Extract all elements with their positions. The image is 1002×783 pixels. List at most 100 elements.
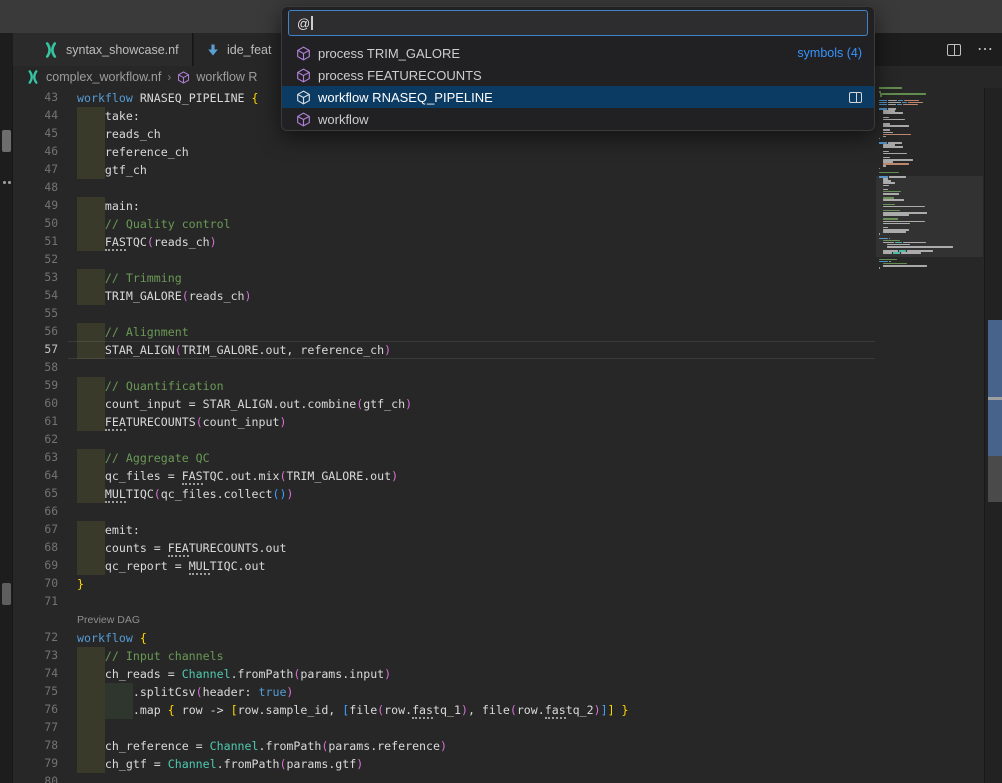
indent-guide-block (77, 323, 105, 341)
minimap-line (879, 95, 883, 97)
code-line[interactable]: 67 emit: (13, 521, 876, 539)
indent-guide-block (77, 557, 105, 575)
code-line[interactable]: 60 count_input = STAR_ALIGN.out.combine(… (13, 395, 876, 413)
code-text: reads_ch (77, 125, 161, 143)
code-line[interactable]: 70} (13, 575, 876, 593)
quickpick-item-label: process FEATURECOUNTS (318, 68, 862, 83)
code-line[interactable]: 47 gtf_ch (13, 161, 876, 179)
code-line[interactable]: 69 qc_report = MULTIQC.out (13, 557, 876, 575)
code-line[interactable]: 56 // Alignment (13, 323, 876, 341)
code-text: reference_ch (77, 143, 189, 161)
scrollbar-slider[interactable] (988, 320, 1002, 456)
indent-guide-block (77, 449, 105, 467)
left-rail (0, 66, 13, 783)
code-text: // Alignment (77, 323, 189, 341)
line-number: 77 (13, 719, 58, 737)
code-text: // Aggregate QC (77, 449, 210, 467)
code-editor[interactable]: 43workflow RNASEQ_PIPELINE {44 take:45 r… (13, 89, 876, 783)
line-number: 72 (13, 629, 58, 647)
tab-syntax-showcase[interactable]: syntax_showcase.nf (13, 33, 193, 66)
code-line[interactable]: 61 FEATURECOUNTS(count_input) (13, 413, 876, 431)
minimap-line (879, 267, 881, 269)
symbol-cube-icon (296, 46, 311, 61)
minimap-line (879, 153, 908, 155)
code-line[interactable]: 65 MULTIQC(qc_files.collect()) (13, 485, 876, 503)
code-line[interactable]: 46 reference_ch (13, 143, 876, 161)
code-line[interactable]: 48 (13, 179, 876, 197)
scrollbar-slider-secondary[interactable] (988, 456, 1002, 502)
line-number: 43 (13, 89, 58, 107)
code-line[interactable]: 75 .splitCsv(header: true) (13, 683, 876, 701)
minimap[interactable] (876, 87, 983, 783)
indent-guide-block (77, 719, 105, 737)
indent-guide-block (77, 647, 105, 665)
code-line[interactable]: 64 qc_files = FASTQC.out.mix(TRIM_GALORE… (13, 467, 876, 485)
breadcrumb-file[interactable]: complex_workflow.nf (46, 70, 161, 84)
code-text: take: (77, 107, 140, 125)
code-line[interactable]: 55 (13, 305, 876, 323)
code-line[interactable]: 68 counts = FEATURECOUNTS.out (13, 539, 876, 557)
line-number: 74 (13, 665, 58, 683)
nextflow-logo-icon (26, 70, 40, 84)
code-line[interactable]: 80 (13, 773, 876, 783)
indent-guide-block (77, 215, 105, 233)
minimap-line (879, 93, 927, 95)
line-number: 58 (13, 359, 58, 377)
code-line[interactable]: 54 TRIM_GALORE(reads_ch) (13, 287, 876, 305)
code-line[interactable]: 57 STAR_ALIGN(TRIM_GALORE.out, reference… (13, 341, 876, 359)
quickpick-item[interactable]: workflow (282, 108, 874, 130)
line-number: 50 (13, 215, 58, 233)
breadcrumb-separator: › (167, 70, 171, 84)
code-line[interactable]: 52 (13, 251, 876, 269)
line-number: 44 (13, 107, 58, 125)
code-text: qc_files = FASTQC.out.mix(TRIM_GALORE.ou… (77, 467, 398, 485)
indent-guide-block (77, 683, 105, 701)
minimap-line (879, 265, 928, 267)
line-number: 45 (13, 125, 58, 143)
minimap-line (879, 168, 881, 170)
codelens-preview-dag[interactable]: Preview DAG (77, 611, 140, 629)
symbols-count-badge: symbols (4) (797, 46, 862, 60)
quickpick-item[interactable]: process TRIM_GALOREsymbols (4) (282, 42, 874, 64)
code-line[interactable]: 73 // Input channels (13, 647, 876, 665)
quickpick-item[interactable]: process FEATURECOUNTS (282, 64, 874, 86)
code-line[interactable]: 50 // Quality control (13, 215, 876, 233)
indent-guide-block (77, 521, 105, 539)
minimap-slider[interactable] (876, 176, 983, 257)
code-line[interactable]: 71 (13, 593, 876, 611)
indent-guide-block (77, 233, 105, 251)
line-number: 47 (13, 161, 58, 179)
code-text: ch_reads = Channel.fromPath(params.input… (77, 665, 391, 683)
code-line[interactable]: 58 (13, 359, 876, 377)
line-number: 67 (13, 521, 58, 539)
vertical-scrollbar[interactable] (984, 88, 1002, 783)
quickpick-list: process TRIM_GALOREsymbols (4) process F… (282, 42, 874, 130)
indent-guide-block (77, 665, 105, 683)
code-line[interactable]: 49 main: (13, 197, 876, 215)
quickpick-item[interactable]: workflow RNASEQ_PIPELINE (282, 86, 874, 108)
more-actions-icon[interactable]: ⋯ (977, 45, 994, 55)
code-line[interactable]: 76 .map { row -> [row.sample_id, [file(r… (13, 701, 876, 719)
open-to-side-icon[interactable] (849, 92, 862, 103)
code-text: TRIM_GALORE(reads_ch) (77, 287, 252, 305)
code-line[interactable]: 51 FASTQC(reads_ch) (13, 233, 876, 251)
indent-guide-block (77, 737, 105, 755)
code-text: FEATURECOUNTS(count_input) (77, 413, 286, 431)
tab-label: syntax_showcase.nf (66, 43, 179, 57)
code-line[interactable]: 72workflow { (13, 629, 876, 647)
code-line[interactable]: 53 // Trimming (13, 269, 876, 287)
code-line[interactable]: 79 ch_gtf = Channel.fromPath(params.gtf) (13, 755, 876, 773)
minimap-line (879, 104, 919, 106)
code-line[interactable]: 59 // Quantification (13, 377, 876, 395)
indent-guide-block (77, 485, 105, 503)
breadcrumb-symbol[interactable]: workflow R (196, 70, 257, 84)
code-line[interactable]: 62 (13, 431, 876, 449)
split-editor-icon[interactable] (947, 44, 961, 56)
code-line[interactable]: 66 (13, 503, 876, 521)
code-line[interactable]: 63 // Aggregate QC (13, 449, 876, 467)
code-line[interactable]: 78 ch_reference = Channel.fromPath(param… (13, 737, 876, 755)
code-line[interactable]: 77 (13, 719, 876, 737)
quickpick-input[interactable]: @ (288, 10, 868, 36)
code-text: ch_reference = Channel.fromPath(params.r… (77, 737, 447, 755)
code-line[interactable]: 74 ch_reads = Channel.fromPath(params.in… (13, 665, 876, 683)
